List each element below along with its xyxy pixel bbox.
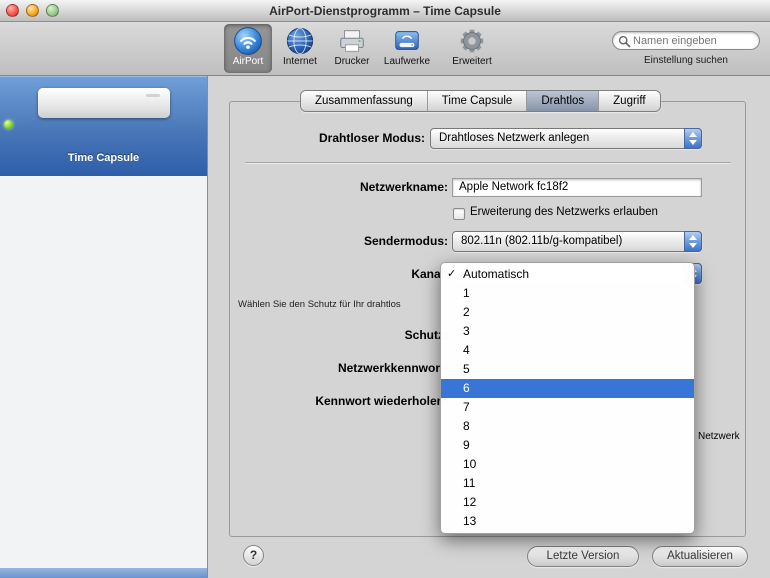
time-capsule-device-image bbox=[38, 88, 170, 118]
wireless-mode-value: Drahtloses Netzwerk anlegen bbox=[439, 132, 590, 144]
toolbar-item-internet[interactable]: Internet bbox=[276, 24, 324, 73]
toolbar-label-erweitert: Erweitert bbox=[452, 56, 492, 67]
tab-drahtlos[interactable]: Drahtlos bbox=[526, 91, 599, 111]
zoom-button[interactable] bbox=[46, 4, 59, 17]
tab-zugriff[interactable]: Zugriff bbox=[598, 91, 660, 111]
device-sidebar: Time Capsule bbox=[0, 76, 208, 578]
extend-network-checkbox[interactable] bbox=[453, 208, 465, 220]
titlebar: AirPort-Dienstprogramm – Time Capsule bbox=[0, 0, 770, 22]
popup-arrows-icon bbox=[684, 128, 702, 149]
menu-item-8[interactable]: 8 bbox=[441, 417, 694, 436]
minimize-button[interactable] bbox=[26, 4, 39, 17]
toolbar: AirPort Internet Drucker Laufwerke Erwei… bbox=[0, 22, 770, 76]
tab-time-capsule[interactable]: Time Capsule bbox=[426, 91, 527, 111]
menu-item-9[interactable]: 9 bbox=[441, 436, 694, 455]
menu-item-5[interactable]: 5 bbox=[441, 360, 694, 379]
toolbar-item-disks[interactable]: Laufwerke bbox=[380, 24, 434, 73]
menu-item-13[interactable]: 13 bbox=[441, 512, 694, 531]
wireless-mode-label: Drahtloser Modus: bbox=[318, 131, 425, 145]
partial-text-netzwerk: Netzwerk bbox=[698, 431, 740, 442]
network-name-value: Apple Network fc18f2 bbox=[459, 181, 569, 193]
menu-item-2[interactable]: 2 bbox=[441, 303, 694, 322]
checkmark-icon: ✓ bbox=[447, 268, 457, 280]
globe-icon bbox=[285, 26, 315, 56]
menu-item-10[interactable]: 10 bbox=[441, 455, 694, 474]
toolbar-label-drucker: Drucker bbox=[334, 56, 370, 67]
menu-item-7[interactable]: 7 bbox=[441, 398, 694, 417]
network-name-label: Netzwerkname: bbox=[359, 180, 448, 194]
sidebar-footer-strip bbox=[0, 568, 207, 578]
sidebar-item-label: Time Capsule bbox=[67, 152, 140, 164]
wifi-icon bbox=[233, 26, 263, 56]
channel-dropdown-menu: ✓ Automatisch 1 2 3 4 5 6 7 8 9 10 11 12… bbox=[440, 262, 695, 534]
update-button[interactable]: Aktualisieren bbox=[652, 546, 748, 567]
radio-mode-value: 802.11n (802.11b/g-kompatibel) bbox=[461, 235, 623, 247]
toolbar-label-airport: AirPort bbox=[232, 56, 264, 67]
help-button[interactable]: ? bbox=[243, 545, 264, 566]
menu-item-11[interactable]: 11 bbox=[441, 474, 694, 493]
channel-label: Kanal: bbox=[411, 267, 448, 281]
menu-item-1[interactable]: 1 bbox=[441, 284, 694, 303]
toolbar-label-laufwerke: Laufwerke bbox=[383, 56, 431, 67]
sidebar-item-time-capsule[interactable]: Time Capsule bbox=[0, 76, 207, 176]
search-caption: Einstellung suchen bbox=[644, 55, 728, 66]
airport-utility-window: AirPort-Dienstprogramm – Time Capsule Ai… bbox=[0, 0, 770, 578]
menu-item-4[interactable]: 4 bbox=[441, 341, 694, 360]
network-name-input[interactable]: Apple Network fc18f2 bbox=[452, 178, 702, 197]
window-title: AirPort-Dienstprogramm – Time Capsule bbox=[269, 4, 501, 18]
search-input[interactable] bbox=[633, 33, 755, 48]
gear-icon bbox=[457, 26, 487, 56]
revert-button[interactable]: Letzte Version bbox=[527, 546, 639, 567]
search-icon bbox=[618, 35, 631, 48]
radio-mode-label: Sendermodus: bbox=[363, 234, 448, 248]
separator bbox=[245, 162, 731, 164]
tab-bar: Zusammenfassung Time Capsule Drahtlos Zu… bbox=[300, 90, 661, 112]
status-dot-green bbox=[4, 120, 13, 129]
menu-item-3[interactable]: 3 bbox=[441, 322, 694, 341]
network-password-label: Netzwerkkennwort: bbox=[337, 361, 448, 375]
printer-icon bbox=[337, 26, 367, 56]
toolbar-item-printer[interactable]: Drucker bbox=[328, 24, 376, 73]
toolbar-label-internet: Internet bbox=[283, 56, 317, 67]
search-field[interactable] bbox=[612, 31, 760, 50]
toolbar-item-airport[interactable]: AirPort bbox=[224, 24, 272, 73]
security-hint-text: Wählen Sie den Schutz für Ihr drahtlos bbox=[238, 299, 401, 310]
tab-zusammenfassung[interactable]: Zusammenfassung bbox=[301, 91, 427, 111]
close-button[interactable] bbox=[6, 4, 19, 17]
radio-mode-popup[interactable]: 802.11n (802.11b/g-kompatibel) bbox=[452, 231, 702, 252]
menu-item-6-highlighted[interactable]: 6 bbox=[441, 379, 694, 398]
drive-icon bbox=[392, 26, 422, 56]
security-label: Schutz: bbox=[404, 328, 448, 342]
verify-password-label: Kennwort wiederholen: bbox=[315, 394, 448, 408]
menu-item-12[interactable]: 12 bbox=[441, 493, 694, 512]
wireless-mode-popup[interactable]: Drahtloses Netzwerk anlegen bbox=[430, 128, 702, 149]
extend-network-label: Erweiterung des Netzwerks erlauben bbox=[470, 206, 658, 218]
toolbar-item-advanced[interactable]: Erweitert bbox=[446, 24, 498, 73]
menu-item-automatisch[interactable]: ✓ Automatisch bbox=[441, 265, 694, 284]
popup-arrows-icon bbox=[684, 231, 702, 252]
